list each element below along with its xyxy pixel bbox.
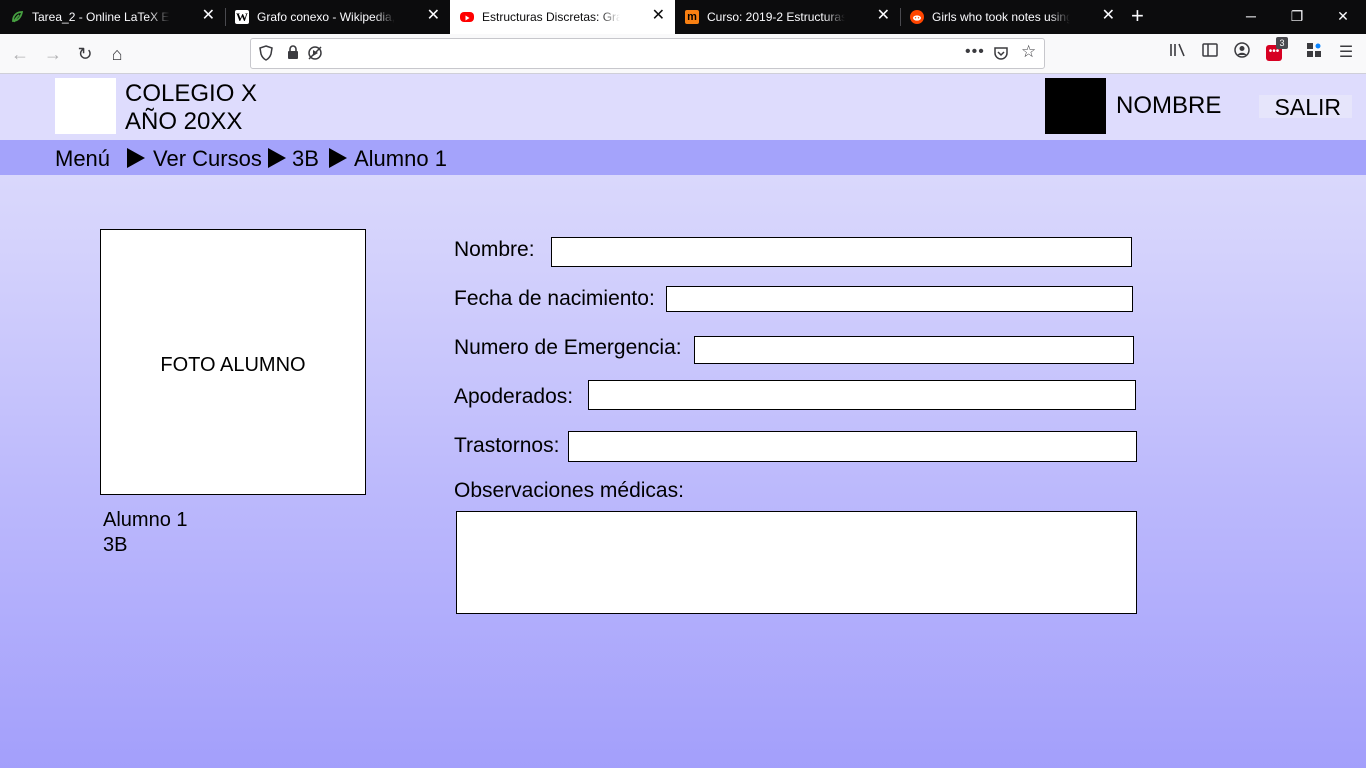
nombre-field[interactable]	[551, 237, 1132, 267]
minimize-icon[interactable]: ─	[1228, 0, 1274, 34]
browser-tab-strip: Tarea_2 - Online LaTeX Editor O ✕ W Graf…	[0, 0, 1366, 34]
school-year: AÑO 20XX	[125, 108, 243, 135]
tab-title: Curso: 2019-2 Estructuras Discr	[707, 10, 845, 24]
tab-title: Estructuras Discretas: Grafos es	[482, 10, 620, 24]
reddit-icon	[910, 10, 924, 24]
tab-title: Tarea_2 - Online LaTeX Editor O	[32, 10, 170, 24]
extension-icon[interactable]: ••• 3	[1263, 37, 1288, 64]
student-name: Alumno 1	[103, 509, 188, 531]
page-content: COLEGIO X AÑO 20XX NOMBRE SALIR Menú Ver…	[0, 74, 1366, 768]
close-tab-icon[interactable]: ✕	[877, 8, 890, 24]
emergencia-field[interactable]	[694, 336, 1134, 364]
close-tab-icon[interactable]: ✕	[427, 8, 440, 24]
trastornos-field[interactable]	[568, 431, 1137, 462]
home-icon[interactable]: ⌂	[105, 42, 129, 66]
breadcrumb: Menú Ver Cursos 3B Alumno 1	[0, 140, 1366, 175]
new-tab-icon[interactable]: +	[1131, 5, 1144, 27]
overleaf-icon	[10, 10, 24, 24]
apoderados-label: Apoderados:	[454, 385, 574, 408]
browser-nav-bar: ← → ↻ ⌂ ••• ☆ ••• 3 ☰	[0, 34, 1366, 74]
photo-placeholder-text: FOTO ALUMNO	[160, 354, 306, 376]
page-actions-icon[interactable]: •••	[965, 43, 985, 61]
breadcrumb-arrow-icon	[268, 148, 286, 168]
extensions-grid-icon[interactable]	[1303, 42, 1325, 64]
student-photo: FOTO ALUMNO	[100, 229, 366, 495]
lock-icon[interactable]	[287, 45, 299, 63]
wikipedia-icon: W	[235, 10, 249, 24]
close-tab-icon[interactable]: ✕	[202, 8, 215, 24]
shield-icon[interactable]	[259, 45, 273, 65]
site-header: COLEGIO X AÑO 20XX NOMBRE SALIR	[0, 74, 1366, 140]
observaciones-label: Observaciones médicas:	[454, 479, 684, 502]
account-icon[interactable]	[1231, 42, 1253, 64]
bookmark-star-icon[interactable]: ☆	[1021, 43, 1036, 61]
breadcrumb-item-course[interactable]: 3B	[292, 146, 319, 172]
emergencia-label: Numero de Emergencia:	[454, 336, 682, 359]
tab-title: Girls who took notes using 50 d	[932, 10, 1070, 24]
tab-reddit[interactable]: Girls who took notes using 50 d ✕	[900, 0, 1125, 34]
apoderados-field[interactable]	[588, 380, 1136, 410]
sidebar-icon[interactable]	[1199, 42, 1221, 64]
autoplay-blocked-icon[interactable]	[307, 45, 323, 65]
library-icon[interactable]	[1167, 42, 1189, 64]
moodle-icon: m	[685, 10, 699, 24]
student-course: 3B	[103, 534, 128, 556]
tab-moodle[interactable]: m Curso: 2019-2 Estructuras Discr ✕	[675, 0, 900, 34]
close-tab-icon[interactable]: ✕	[1102, 8, 1115, 24]
close-tab-icon[interactable]: ✕	[652, 8, 665, 24]
logout-button[interactable]: SALIR	[1259, 95, 1352, 119]
reload-icon[interactable]: ↻	[73, 42, 97, 66]
extension-badge: 3	[1276, 37, 1288, 49]
breadcrumb-item-menu[interactable]: Menú	[55, 146, 110, 172]
pocket-icon[interactable]	[993, 45, 1009, 65]
tab-overleaf[interactable]: Tarea_2 - Online LaTeX Editor O ✕	[0, 0, 225, 34]
fecha-nacimiento-field[interactable]	[666, 286, 1133, 312]
forward-icon[interactable]: →	[41, 42, 65, 66]
tab-youtube[interactable]: Estructuras Discretas: Grafos es ✕	[450, 0, 675, 34]
breadcrumb-arrow-icon	[127, 148, 145, 168]
breadcrumb-item-ver-cursos[interactable]: Ver Cursos	[153, 146, 262, 172]
user-avatar	[1045, 78, 1106, 134]
user-name: NOMBRE	[1116, 92, 1222, 119]
tab-title: Grafo conexo - Wikipedia, la en	[257, 10, 395, 24]
fecha-nacimiento-label: Fecha de nacimiento:	[454, 287, 655, 310]
restore-icon[interactable]: ❐	[1274, 0, 1320, 34]
school-title: COLEGIO X	[125, 80, 258, 107]
breadcrumb-item-student: Alumno 1	[354, 146, 447, 171]
tab-wikipedia[interactable]: W Grafo conexo - Wikipedia, la en ✕	[225, 0, 450, 34]
observaciones-field[interactable]	[456, 511, 1137, 614]
url-bar[interactable]: ••• ☆	[250, 38, 1045, 69]
trastornos-label: Trastornos:	[454, 434, 560, 457]
close-window-icon[interactable]: ✕	[1320, 0, 1366, 34]
school-name: COLEGIO X AÑO 20XX	[125, 80, 257, 136]
nombre-label: Nombre:	[454, 238, 535, 261]
youtube-icon	[460, 12, 474, 22]
school-logo	[55, 78, 116, 134]
menu-hamburger-icon[interactable]: ☰	[1335, 42, 1357, 64]
breadcrumb-arrow-icon	[329, 148, 347, 168]
back-icon[interactable]: ←	[8, 42, 32, 66]
